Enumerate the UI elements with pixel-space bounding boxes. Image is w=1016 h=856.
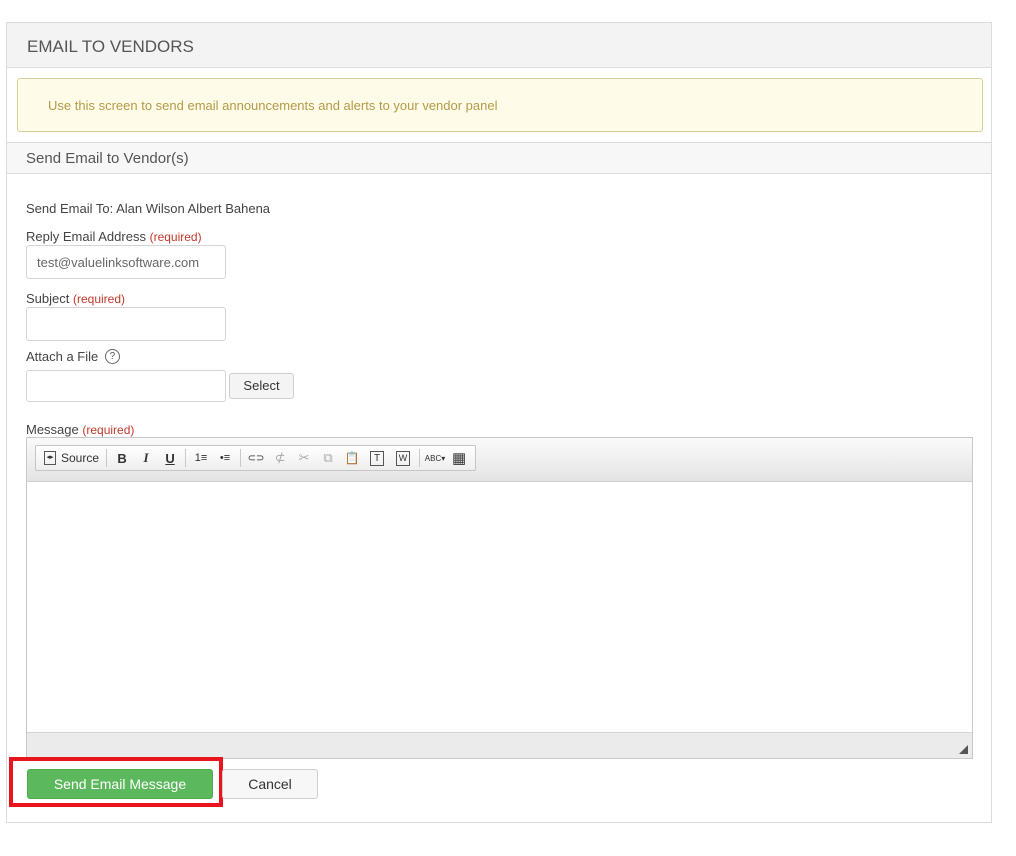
copy-icon[interactable]: ⧉ — [316, 447, 340, 469]
section-header: Send Email to Vendor(s) — [7, 142, 991, 174]
rich-text-editor: ◂▸ Source B I U 1≡ •≡ ⊂⊃ ⊄ ✂ ⧉ 📋 T W ABC — [26, 437, 973, 759]
required-indicator: (required) — [73, 292, 126, 306]
source-icon: ◂▸ — [44, 451, 56, 465]
attach-label-row: Attach a File ? — [26, 349, 120, 364]
page-title: EMAIL TO VENDORS — [27, 37, 194, 56]
reply-email-label-row: Reply Email Address (required) — [26, 229, 202, 244]
send-to-line: Send Email To: Alan Wilson Albert Bahena — [26, 201, 270, 216]
paste-word-icon[interactable]: W — [396, 450, 411, 466]
toolbar-group: ◂▸ Source B I U 1≡ •≡ ⊂⊃ ⊄ ✂ ⧉ 📋 T W ABC — [35, 445, 477, 471]
subject-label: Subject — [26, 291, 70, 306]
message-label: Message — [26, 422, 79, 437]
email-to-vendors-panel: EMAIL TO VENDORS Use this screen to send… — [6, 22, 992, 823]
editor-footer — [27, 732, 972, 758]
subject-input[interactable] — [26, 307, 226, 341]
toolbar-separator — [419, 449, 421, 467]
toolbar-separator — [240, 449, 242, 467]
paste-text-icon[interactable]: T — [370, 450, 385, 466]
source-label: Source — [61, 451, 100, 465]
bulleted-list-icon[interactable]: •≡ — [213, 447, 237, 469]
italic-button[interactable]: I — [134, 447, 158, 469]
paste-icon[interactable]: 📋 — [340, 447, 364, 469]
numbered-list-icon[interactable]: 1≡ — [189, 447, 213, 469]
toolbar-separator — [106, 449, 108, 467]
editor-toolbar: ◂▸ Source B I U 1≡ •≡ ⊂⊃ ⊄ ✂ ⧉ 📋 T W ABC — [27, 438, 972, 482]
link-icon[interactable]: ⊂⊃ — [244, 447, 268, 469]
section-title: Send Email to Vendor(s) — [26, 150, 189, 167]
reply-email-label: Reply Email Address — [26, 229, 146, 244]
send-to-value: Alan Wilson Albert Bahena — [116, 201, 271, 216]
reply-email-input[interactable] — [26, 245, 226, 279]
panel-header: EMAIL TO VENDORS — [7, 23, 991, 68]
info-alert: Use this screen to send email announceme… — [17, 78, 983, 132]
cancel-button[interactable]: Cancel — [222, 769, 318, 799]
select-file-button[interactable]: Select — [229, 373, 294, 399]
attach-label: Attach a File — [26, 349, 99, 364]
help-icon[interactable]: ? — [104, 349, 120, 364]
message-editor-body[interactable] — [27, 482, 972, 732]
info-alert-text: Use this screen to send email announceme… — [48, 98, 498, 113]
attach-file-input[interactable] — [26, 370, 226, 402]
subject-label-row: Subject (required) — [26, 291, 125, 306]
underline-button[interactable]: U — [158, 447, 182, 469]
required-indicator: (required) — [149, 230, 202, 244]
message-label-row: Message (required) — [26, 422, 134, 437]
bold-button[interactable]: B — [110, 447, 134, 469]
source-button[interactable]: ◂▸ Source — [40, 447, 103, 469]
send-to-label: Send Email To: — [26, 201, 114, 216]
spellcheck-icon[interactable]: ABC▾ — [423, 447, 447, 469]
table-icon[interactable]: ▦ — [447, 447, 471, 469]
cut-icon[interactable]: ✂ — [292, 447, 316, 469]
resize-grip-icon[interactable] — [959, 745, 968, 754]
toolbar-separator — [185, 449, 187, 467]
unlink-icon[interactable]: ⊄ — [268, 447, 292, 469]
send-email-button[interactable]: Send Email Message — [27, 769, 213, 799]
required-indicator: (required) — [82, 423, 135, 437]
